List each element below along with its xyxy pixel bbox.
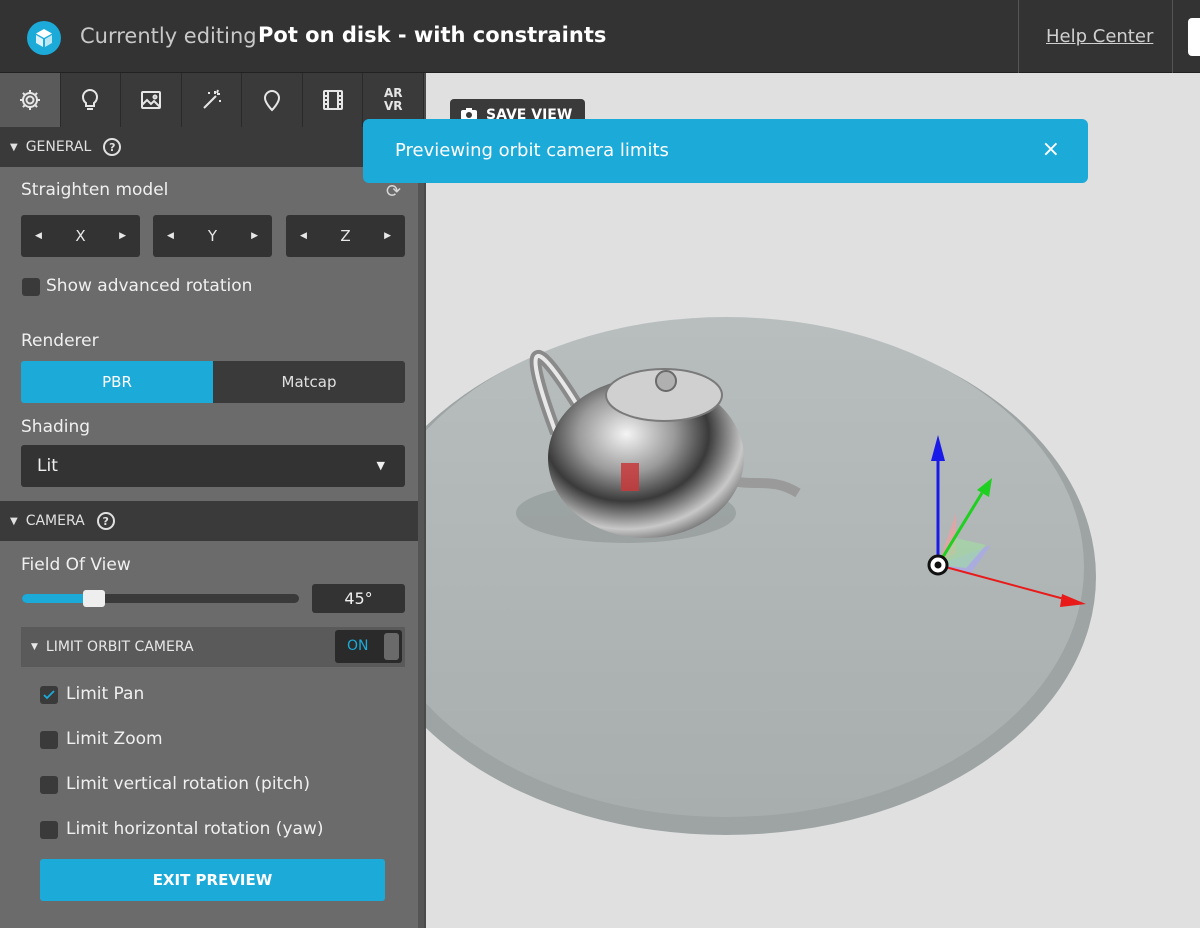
tab-annotations[interactable] — [242, 73, 303, 127]
chevron-down-icon: ▼ — [376, 459, 385, 472]
film-icon — [322, 90, 343, 110]
close-icon[interactable]: × — [1042, 137, 1060, 162]
axis-x-label: X — [75, 227, 86, 245]
rotate-y-left-arrow-icon[interactable]: ◀ — [167, 231, 174, 241]
model-name: Pot on disk - with constraints — [258, 23, 607, 47]
rotate-y-right-arrow-icon[interactable]: ▶ — [251, 231, 258, 241]
limit-pitch-checkbox[interactable] — [40, 776, 58, 794]
camera-section-header[interactable]: ▼ CAMERA ? — [0, 501, 424, 541]
teapot-lid-knob — [655, 370, 677, 392]
help-icon[interactable]: ? — [103, 138, 122, 156]
renderer-label: Renderer — [21, 331, 99, 351]
collapse-triangle-icon: ▼ — [10, 515, 18, 527]
limit-zoom-label[interactable]: Limit Zoom — [66, 729, 163, 749]
camera-title: CAMERA — [25, 513, 85, 529]
shading-select[interactable]: Lit ▼ — [21, 445, 405, 487]
save-settings-button[interactable] — [1188, 18, 1200, 56]
divider — [1018, 0, 1019, 73]
editor-tabs: AR VR — [0, 73, 425, 127]
collapse-triangle-icon: ▼ — [31, 642, 38, 652]
top-bar: Currently editing Pot on disk - with con… — [0, 0, 1200, 73]
image-icon — [140, 91, 161, 109]
help-icon[interactable]: ? — [96, 512, 115, 530]
shading-label: Shading — [21, 417, 91, 437]
limit-orbit-camera-label: LIMIT ORBIT CAMERA — [45, 639, 194, 655]
field-of-view-value[interactable]: 45° — [312, 584, 405, 613]
rotate-x-right-arrow-icon[interactable]: ▶ — [119, 231, 126, 241]
shading-value: Lit — [37, 456, 58, 476]
rotate-z-control: ◀ Z ▶ — [286, 215, 405, 257]
gizmo-origin-dot — [934, 561, 942, 569]
limit-pitch-label[interactable]: Limit vertical rotation (pitch) — [66, 774, 310, 794]
advanced-rotation-checkbox[interactable] — [22, 278, 40, 296]
3d-viewport[interactable]: SAVE VIEW — [426, 73, 1200, 928]
sketchfab-logo-icon[interactable] — [27, 21, 61, 55]
magic-wand-icon — [202, 89, 221, 109]
location-pin-icon — [264, 90, 281, 112]
tab-scene[interactable] — [0, 73, 61, 127]
tab-background[interactable] — [121, 73, 182, 127]
field-of-view-label: Field Of View — [21, 555, 131, 575]
tab-post-processing[interactable] — [182, 73, 243, 127]
axis-z-label: Z — [340, 227, 351, 245]
field-of-view-slider[interactable] — [22, 590, 299, 607]
checkmark-icon — [43, 690, 55, 700]
reset-rotation-icon[interactable]: ⟳ — [386, 181, 401, 202]
renderer-selector: PBR Matcap — [21, 361, 405, 403]
limit-orbit-camera-toggle[interactable]: ON — [335, 630, 402, 663]
advanced-rotation-label[interactable]: Show advanced rotation — [46, 276, 252, 296]
limit-zoom-checkbox[interactable] — [40, 731, 58, 749]
toggle-state-label: ON — [347, 638, 369, 654]
renderer-pbr-option[interactable]: PBR — [21, 361, 213, 403]
toggle-knob — [384, 633, 399, 660]
field-of-view-slider-handle[interactable] — [83, 590, 105, 607]
axis-y-label: Y — [207, 227, 218, 245]
lightbulb-icon — [82, 89, 99, 110]
collapse-triangle-icon: ▼ — [10, 141, 18, 153]
general-section-header[interactable]: ▼ GENERAL ? — [0, 127, 424, 167]
preview-notification: Previewing orbit camera limits × — [363, 119, 1088, 183]
limit-pan-label[interactable]: Limit Pan — [66, 684, 144, 704]
divider — [1172, 0, 1173, 73]
rotate-z-left-arrow-icon[interactable]: ◀ — [300, 231, 307, 241]
gear-icon — [19, 90, 40, 110]
notification-message: Previewing orbit camera limits — [395, 140, 669, 161]
tab-animation[interactable] — [303, 73, 364, 127]
rotate-x-left-arrow-icon[interactable]: ◀ — [35, 231, 42, 241]
tab-vr-label: VR — [383, 99, 403, 113]
limit-yaw-checkbox[interactable] — [40, 821, 58, 839]
settings-sidebar: AR VR ▼ GENERAL ? Straighten model ⟳ ◀ X… — [0, 73, 426, 928]
exit-preview-button[interactable]: EXIT PREVIEW — [40, 859, 385, 901]
tab-lighting[interactable] — [61, 73, 122, 127]
general-title: GENERAL — [25, 139, 92, 155]
rotate-x-control: ◀ X ▶ — [21, 215, 140, 257]
limit-yaw-label[interactable]: Limit horizontal rotation (yaw) — [66, 819, 323, 839]
renderer-matcap-option[interactable]: Matcap — [213, 361, 405, 403]
teapot-reflection — [621, 463, 639, 491]
scene-canvas[interactable] — [426, 73, 1200, 928]
rotate-y-control: ◀ Y ▶ — [153, 215, 272, 257]
sidebar-scrollbar[interactable] — [418, 127, 424, 928]
editing-label: Currently editing — [80, 24, 257, 48]
limit-pan-checkbox[interactable] — [40, 686, 58, 704]
rotate-z-right-arrow-icon[interactable]: ▶ — [384, 231, 391, 241]
help-center-link[interactable]: Help Center — [1046, 26, 1153, 47]
straighten-model-label: Straighten model — [21, 180, 169, 200]
